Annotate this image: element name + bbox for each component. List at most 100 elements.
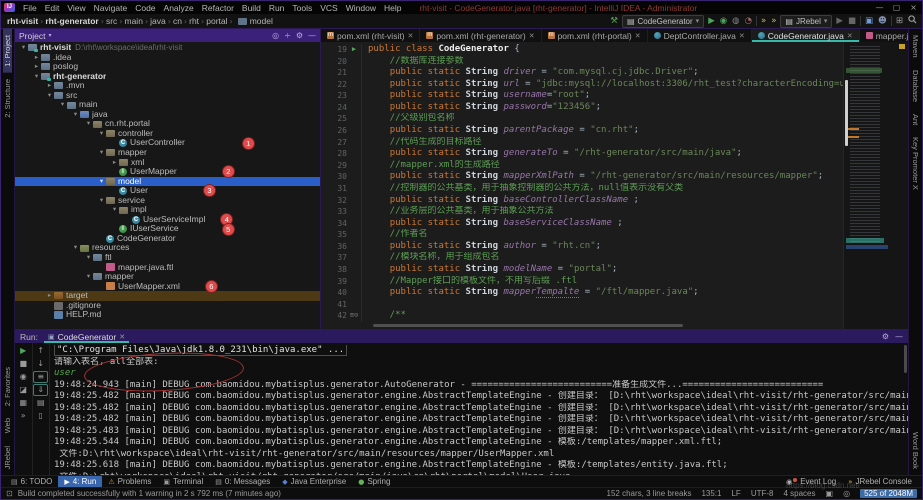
soft-wrap-icon[interactable]: ≡ — [33, 371, 48, 383]
status-segment[interactable]: 4 spaces — [783, 489, 815, 498]
stripe-item-ant[interactable]: Ant — [911, 108, 920, 131]
breadcrumb-item-java[interactable]: java — [149, 16, 167, 26]
hscroll-thumb[interactable] — [373, 324, 683, 327]
tree-item-model[interactable]: ▾model — [15, 177, 320, 187]
menu-run[interactable]: Run — [265, 3, 289, 13]
tree-item-usercontroller[interactable]: CUserController1 — [15, 138, 320, 148]
close-icon[interactable]: ✕ — [635, 32, 641, 40]
tree-expand-arrow-icon[interactable]: ▾ — [45, 91, 54, 101]
tree-expand-arrow-icon[interactable]: ▾ — [84, 253, 93, 263]
menu-analyze[interactable]: Analyze — [160, 3, 198, 13]
tree-collapse-arrow-icon[interactable]: ▸ — [110, 158, 119, 168]
tree-item-mapper.java.ftl[interactable]: mapper.java.ftl — [15, 263, 320, 273]
clear-all-icon[interactable]: ▯ — [34, 410, 47, 422]
toolwindow-button-event-log[interactable]: ◉Event Log — [780, 477, 842, 486]
up-stack-icon[interactable]: ↑ — [34, 345, 47, 357]
tree-collapse-arrow-icon[interactable]: ▸ — [32, 53, 41, 63]
run-tab[interactable]: ▣ CodeGenerator ✕ — [44, 330, 129, 343]
console-output[interactable]: "C:\Program Files\Java\jdk1.8.0_231\bin\… — [50, 343, 908, 475]
tree-item-.mvn[interactable]: ▸.mvn — [15, 81, 320, 91]
hide-panel-icon[interactable]: — — [895, 332, 903, 341]
stripe-item-2-favorites[interactable]: 2: Favorites — [3, 361, 12, 412]
toolwindow-button-6-todo[interactable]: ▤6: TODO — [5, 476, 58, 487]
maximize-button[interactable]: ▢ — [888, 3, 905, 12]
tree-expand-arrow-icon[interactable]: ▾ — [71, 110, 80, 120]
down-stack-icon[interactable]: ↓ — [34, 358, 47, 370]
tree-item-impl[interactable]: ▾impl — [15, 205, 320, 215]
tree-item-cn.rht.portal[interactable]: ▾cn.rht.portal — [15, 119, 320, 129]
tree-expand-arrow-icon[interactable]: ▾ — [32, 72, 41, 82]
stripe-item-2-structure[interactable]: 2: Structure — [3, 73, 12, 124]
breadcrumb-item-rht-visit[interactable]: rht-visit — [6, 16, 39, 26]
stripe-item-database[interactable]: Database — [911, 64, 920, 108]
tree-item-userserviceimpl[interactable]: CUserServiceImpl4 — [15, 215, 320, 225]
editor-tab-pom.xml-rht-visit-[interactable]: mpom.xml (rht-visit)✕ — [321, 29, 420, 42]
tree-item-user[interactable]: CUser3 — [15, 186, 320, 196]
print-icon[interactable]: ▤ — [34, 397, 47, 409]
tree-item-xml[interactable]: ▸xml — [15, 158, 320, 168]
settings-gear-icon[interactable]: ⚙ — [882, 332, 889, 341]
editor-tab-codegenerator.java[interactable]: CodeGenerator.java✕ — [752, 29, 860, 42]
tree-expand-arrow-icon[interactable]: ▾ — [97, 148, 106, 158]
close-button[interactable]: × — [905, 3, 922, 12]
toolwindow-button-problems[interactable]: ⚠Problems — [102, 476, 157, 487]
breadcrumb-item-rht[interactable]: rht — [188, 16, 200, 26]
stripe-item-word-book[interactable]: Word Book — [911, 426, 920, 475]
menu-window[interactable]: Window — [342, 3, 380, 13]
close-icon[interactable]: ✕ — [119, 333, 125, 341]
tree-item-mapper[interactable]: ▾mapper — [15, 272, 320, 282]
layout-icon[interactable]: ⊞ — [895, 15, 904, 27]
tree-item-.idea[interactable]: ▸.idea — [15, 53, 320, 63]
editor-tab-mapper.java.ftl[interactable]: mapper.java.ftl✕ — [860, 29, 908, 42]
toolwindow-button-java-enterprise[interactable]: ◆Java Enterprise — [276, 476, 352, 487]
menu-code[interactable]: Code — [131, 3, 159, 13]
stop-icon[interactable]: ■ — [847, 15, 857, 27]
breadcrumb-item-model[interactable]: model — [249, 16, 274, 26]
close-icon[interactable]: ✕ — [847, 32, 853, 40]
menu-navigate[interactable]: Navigate — [90, 3, 132, 13]
toolwindow-button-spring[interactable]: ●Spring — [352, 476, 396, 487]
tree-item-help.md[interactable]: HELP.md — [15, 310, 320, 320]
debug-bug-icon[interactable]: ◉ — [719, 15, 728, 27]
settings-gear-icon[interactable]: ⚙ — [296, 31, 303, 40]
tree-item-src[interactable]: ▾src — [15, 91, 320, 101]
stripe-item-maven[interactable]: Maven — [911, 29, 920, 64]
close-icon[interactable]: ✕ — [739, 32, 745, 40]
history-icon[interactable]: ◪ — [17, 384, 30, 396]
tree-item-.gitignore[interactable]: .gitignore — [15, 301, 320, 311]
tree-expand-arrow-icon[interactable]: ▾ — [110, 205, 119, 215]
minimize-button[interactable]: — — [871, 3, 888, 12]
tree-expand-arrow-icon[interactable]: ▾ — [71, 243, 80, 253]
profiler-icon[interactable]: ◔ — [744, 15, 753, 27]
code-editor-area[interactable]: 19▶public class CodeGenerator {20 //数据库连… — [321, 42, 844, 323]
build-hammer-icon[interactable]: ⚒ — [609, 15, 619, 27]
tree-item-service[interactable]: ▾service — [15, 196, 320, 206]
tree-item-resources[interactable]: ▾resources — [15, 243, 320, 253]
tree-item-usermapper.xml[interactable]: UserMapper.xml6 — [15, 282, 320, 292]
jrebel-run-icon[interactable]: » — [760, 15, 767, 27]
run-config-combo[interactable]: ▤CodeGenerator▾ — [622, 15, 704, 28]
jrebel-debug-icon[interactable]: » — [770, 15, 777, 27]
tree-item-rht-visit[interactable]: ▾rht-visitD:\rht\workspace\ideal\rht-vis… — [15, 43, 320, 53]
project-panel-header[interactable]: Project ▾ ◎÷⚙— — [15, 29, 320, 42]
tree-expand-arrow-icon[interactable]: ▾ — [58, 100, 67, 110]
stripe-item-web[interactable]: Web — [3, 412, 12, 439]
menu-tools[interactable]: Tools — [288, 3, 316, 13]
tree-expand-arrow-icon[interactable]: ▾ — [84, 272, 93, 282]
editor-horizontal-scrollbar[interactable] — [321, 323, 844, 329]
status-segment[interactable]: LF — [731, 489, 740, 498]
status-segment[interactable]: 135:1 — [701, 489, 721, 498]
tree-expand-arrow-icon[interactable]: ▾ — [97, 196, 106, 206]
tree-expand-arrow-icon[interactable]: ▾ — [97, 177, 106, 187]
stripe-item-key-promoter-x[interactable]: Key Promoter X — [911, 131, 920, 196]
rerun-icon[interactable]: ▶ — [17, 345, 30, 357]
highlight-level-icon[interactable]: ◎ — [843, 489, 850, 498]
menu-view[interactable]: View — [63, 3, 89, 13]
editor-tab-pom.xml-rht-portal-[interactable]: mpom.xml (rht-portal)✕ — [542, 29, 648, 42]
collapse-all-icon[interactable]: ÷ — [284, 31, 291, 40]
editor-tab-pom.xml-rht-generator-[interactable]: mpom.xml (rht-generator)✕ — [420, 29, 541, 42]
tree-collapse-arrow-icon[interactable]: ▸ — [32, 62, 41, 72]
run-icon[interactable]: ▶ — [707, 15, 716, 27]
menu-edit[interactable]: Edit — [41, 3, 64, 13]
console-scrollbar[interactable] — [903, 343, 908, 475]
